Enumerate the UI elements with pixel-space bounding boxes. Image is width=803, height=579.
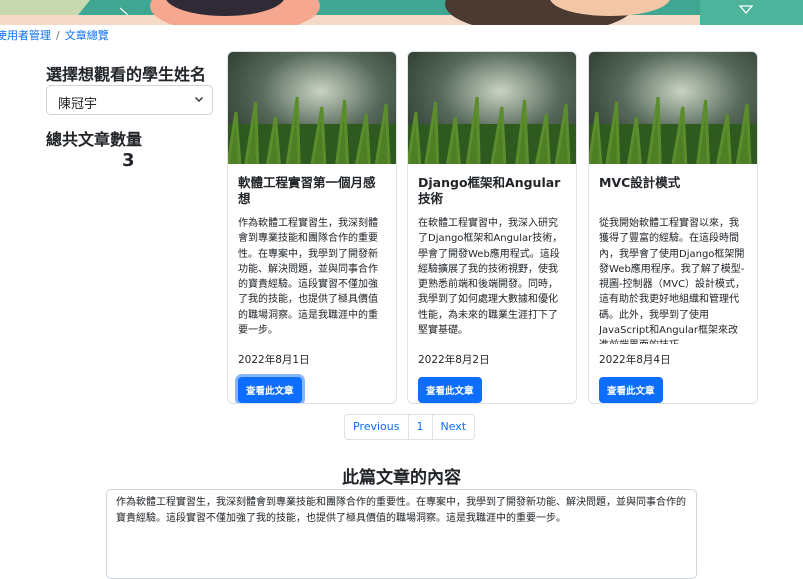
pagination-next[interactable]: Next [433,415,475,439]
article-excerpt: 在軟體工程實習中，我深入研究了Django框架和Angular技術，學會了開發W… [418,218,563,337]
article-title: Django框架和Angular技術 [418,175,561,206]
article-count-value: 3 [122,150,135,171]
article-excerpt: 作為軟體工程實習生，我深刻體會到專業技能和團隊合作的重要性。在專案中，我學到了開… [238,218,378,337]
pagination-page-1[interactable]: 1 [409,415,433,439]
article-title: MVC設計模式 [599,175,681,190]
article-thumbnail-image [589,52,757,164]
student-select[interactable]: 陳冠宇 [46,85,213,115]
breadcrumb-separator: / [56,29,60,42]
article-date: 2022年8月2日 [418,354,490,366]
article-thumbnail-image [408,52,576,164]
breadcrumb-user-management[interactable]: 使用者管理 [0,29,51,42]
student-select-label: 選擇想觀看的學生姓名 [46,65,207,84]
article-title: 軟體工程實習第一個月感想 [238,175,376,206]
article-card: MVC設計模式 從我開始軟體工程實習以來，我獲得了豐富的經驗。在這段時間內，我學… [588,51,758,404]
breadcrumb-article-overview[interactable]: 文章總覽 [65,29,109,42]
view-article-button[interactable]: 查看此文章 [418,377,482,403]
article-excerpt: 從我開始軟體工程實習以來，我獲得了豐富的經驗。在這段時間內，我學會了使用Djan… [599,218,746,344]
view-article-button[interactable]: 查看此文章 [599,377,663,403]
header-banner-image [0,0,803,25]
breadcrumb: 使用者管理 / 文章總覽 [0,27,109,43]
article-card: 軟體工程實習第一個月感想 作為軟體工程實習生，我深刻體會到專業技能和團隊合作的重… [227,51,397,404]
pagination: Previous 1 Next [344,414,476,440]
article-date: 2022年8月4日 [599,354,671,366]
article-thumbnail-image [228,52,396,164]
article-card: Django框架和Angular技術 在軟體工程實習中，我深入研究了Django… [407,51,577,404]
pagination-previous[interactable]: Previous [345,415,409,439]
article-content-heading: 此篇文章的內容 [342,468,461,488]
article-date: 2022年8月1日 [238,354,310,366]
student-select-value: 陳冠宇 [58,97,98,112]
chevron-down-icon [194,91,204,112]
article-content-textarea[interactable]: 作為軟體工程實習生，我深刻體會到專業技能和團隊合作的重要性。在專案中，我學到了開… [106,489,697,579]
view-article-button[interactable]: 查看此文章 [238,377,302,403]
article-count-label: 總共文章數量 [46,130,143,149]
